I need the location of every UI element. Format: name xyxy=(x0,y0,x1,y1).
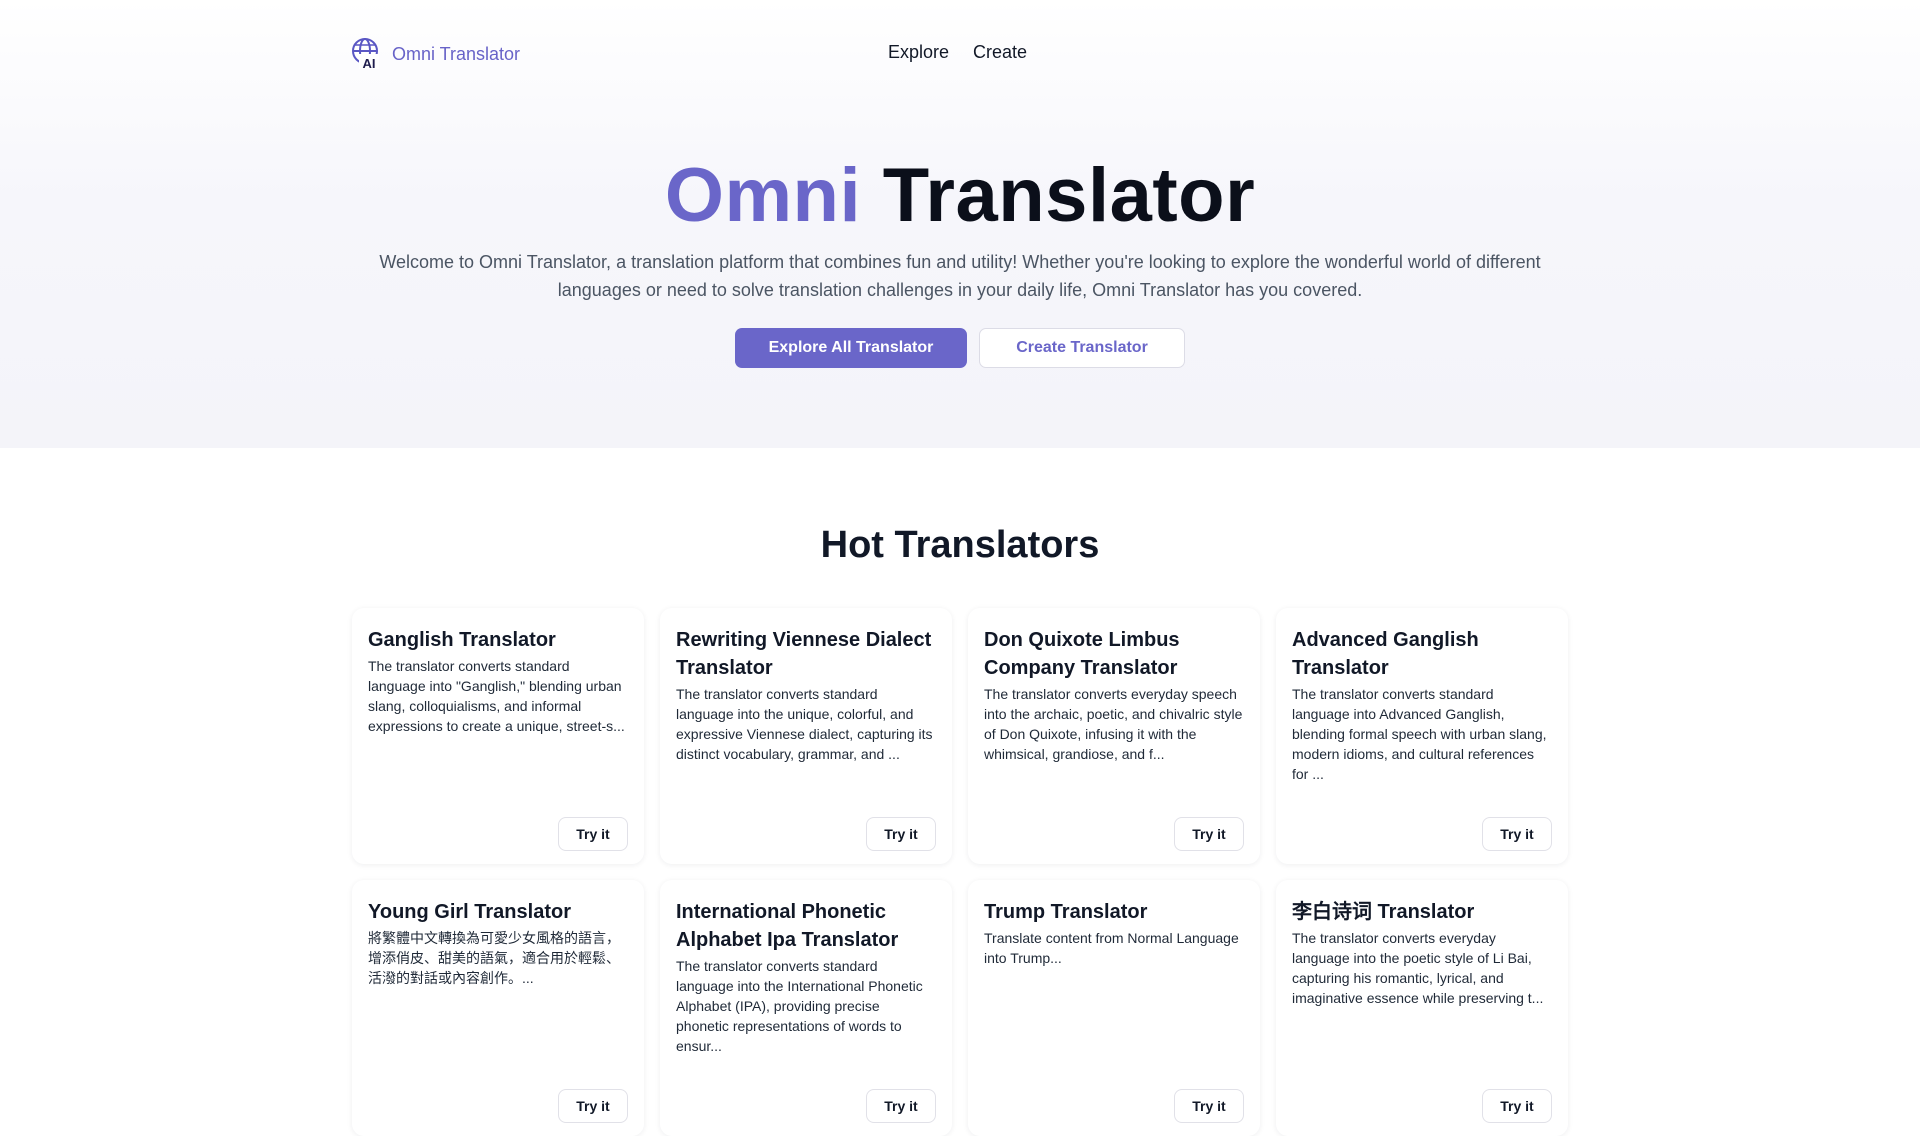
card-description: Translate content from Normal Language i… xyxy=(984,930,1239,966)
nav-link-create[interactable]: Create xyxy=(973,42,1027,63)
card-title: Advanced Ganglish Translator xyxy=(1292,629,1479,679)
card-description: The translator converts everyday speech … xyxy=(984,686,1243,762)
try-it-button[interactable]: Try it xyxy=(866,817,936,851)
hero-title: Omni Translator xyxy=(0,150,1920,242)
try-it-button[interactable]: Try it xyxy=(1174,817,1244,851)
try-it-button[interactable]: Try it xyxy=(1174,1089,1244,1123)
brand-link[interactable]: AI Omni Translator xyxy=(352,38,520,70)
hero-title-rest: Translator xyxy=(882,153,1256,238)
card-title: International Phonetic Alphabet Ipa Tran… xyxy=(676,901,899,951)
card-title: Rewriting Viennese Dialect Translator xyxy=(676,629,932,679)
translator-grid: Ganglish Translator The translator conve… xyxy=(352,608,1568,1136)
card-title: 李白诗词 Translator xyxy=(1292,901,1475,923)
try-it-button[interactable]: Try it xyxy=(558,817,628,851)
translator-card: Rewriting Viennese Dialect Translator Th… xyxy=(660,608,952,864)
try-it-button[interactable]: Try it xyxy=(1482,1089,1552,1123)
hero-title-accent: Omni xyxy=(664,153,862,238)
brand-name: Omni Translator xyxy=(392,43,521,64)
translator-card: Advanced Ganglish Translator The transla… xyxy=(1276,608,1568,864)
card-description: The translator converts standard languag… xyxy=(368,658,625,734)
hero-description: Welcome to Omni Translator, a translatio… xyxy=(379,252,1541,300)
svg-text:AI: AI xyxy=(363,56,376,70)
top-nav: AI Omni Translator Explore Create xyxy=(352,36,1568,72)
card-description: The translator converts standard languag… xyxy=(676,686,933,762)
translator-card: Ganglish Translator The translator conve… xyxy=(352,608,644,864)
try-it-button[interactable]: Try it xyxy=(1482,817,1552,851)
translator-card: Don Quixote Limbus Company Translator Th… xyxy=(968,608,1260,864)
card-description: The translator converts standard languag… xyxy=(1292,686,1547,782)
explore-all-button[interactable]: Explore All Translator xyxy=(735,328,967,368)
card-title: Young Girl Translator xyxy=(368,901,571,923)
card-title: Don Quixote Limbus Company Translator xyxy=(984,629,1180,679)
card-description: 將繁體中文轉換為可愛少女風格的語言，增添俏皮、甜美的語氣，適合用於輕鬆、活潑的對… xyxy=(368,930,620,986)
card-description: The translator converts everyday languag… xyxy=(1292,930,1544,1006)
nav-link-explore[interactable]: Explore xyxy=(888,42,949,63)
translator-card: International Phonetic Alphabet Ipa Tran… xyxy=(660,880,952,1136)
hero-actions: Explore All Translator Create Translator xyxy=(735,328,1185,368)
try-it-button[interactable]: Try it xyxy=(866,1089,936,1123)
translator-card: 李白诗词 Translator The translator converts … xyxy=(1276,880,1568,1136)
card-title: Trump Translator xyxy=(984,901,1148,923)
create-translator-button[interactable]: Create Translator xyxy=(979,328,1185,368)
nav-links: Explore Create xyxy=(888,42,1027,63)
try-it-button[interactable]: Try it xyxy=(558,1089,628,1123)
card-description: The translator converts standard languag… xyxy=(676,958,923,1054)
globe-ai-icon: AI xyxy=(352,38,379,70)
card-title: Ganglish Translator xyxy=(368,629,556,651)
translator-card: Trump Translator Translate content from … xyxy=(968,880,1260,1136)
translator-card: Young Girl Translator 將繁體中文轉換為可愛少女風格的語言，… xyxy=(352,880,644,1136)
hot-translators-title: Hot Translators xyxy=(820,524,1100,566)
